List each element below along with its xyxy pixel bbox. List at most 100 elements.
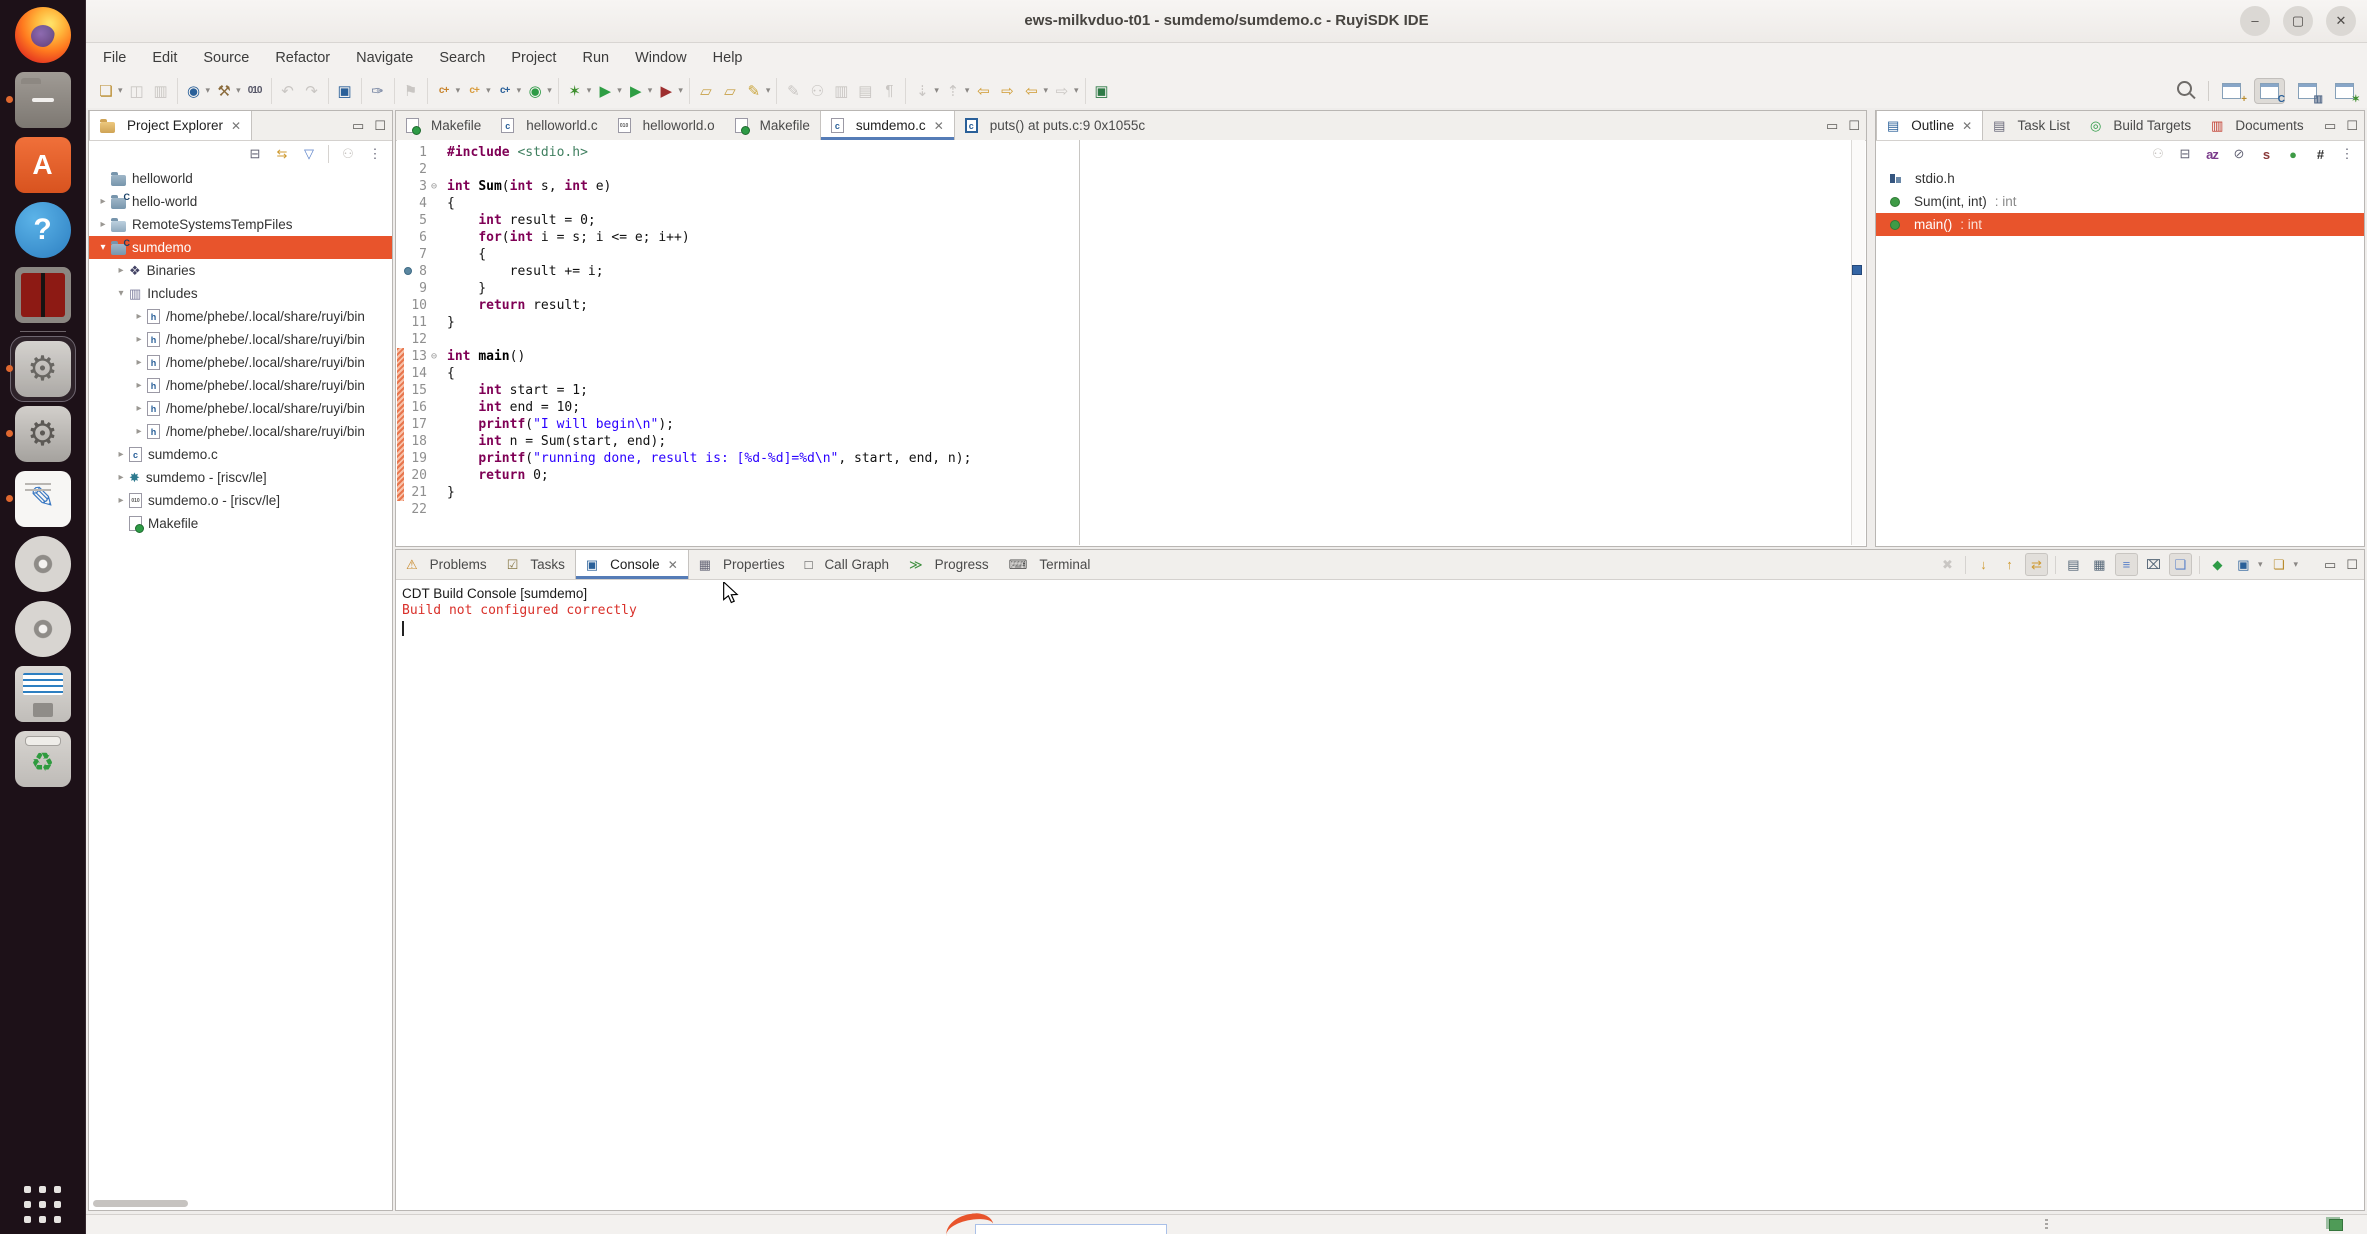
open-element-icon[interactable]: ▱ bbox=[695, 80, 717, 102]
code-editor[interactable]: 1#include <stdio.h>23⊖int Sum(int s, int… bbox=[397, 140, 1851, 545]
activity-lock-icon[interactable]: ▦ bbox=[2089, 554, 2110, 575]
close-tab-icon[interactable]: ✕ bbox=[934, 119, 944, 133]
expander-icon[interactable]: ▸ bbox=[131, 357, 147, 368]
open-console-icon[interactable]: ❏ bbox=[2268, 554, 2289, 575]
tree-item-home-phebe-local-share-ruyi-bin[interactable]: ▸h/home/phebe/.local/share/ruyi/bin bbox=[89, 305, 392, 328]
tab-puts-at-puts-c-9-0x1055c[interactable]: cputs() at puts.c:9 0x1055c bbox=[955, 111, 1155, 140]
new-c-class-icon[interactable]: c+ bbox=[494, 80, 516, 102]
back-history-icon[interactable]: ⇦ bbox=[1020, 80, 1042, 102]
run-history-icon[interactable]: ▶ bbox=[625, 80, 647, 102]
debug-configuration-dropdown[interactable]: ▾ bbox=[206, 85, 211, 96]
new-cpp-item-icon[interactable]: ◉ bbox=[524, 80, 546, 102]
expander-icon[interactable]: ▸ bbox=[113, 449, 129, 460]
new-c-class-dropdown[interactable]: ▾ bbox=[517, 85, 522, 96]
menu-help[interactable]: Help bbox=[700, 43, 756, 73]
expander-icon[interactable]: ▸ bbox=[95, 219, 111, 230]
open-console-dropdown[interactable]: ▾ bbox=[2293, 559, 2298, 570]
run-history-dropdown[interactable]: ▾ bbox=[648, 85, 653, 96]
new-c-file-icon[interactable]: c+ bbox=[433, 80, 455, 102]
collapse-all-icon[interactable]: ⊟ bbox=[245, 144, 265, 164]
expander-icon[interactable]: ▸ bbox=[131, 311, 147, 322]
trash-icon[interactable]: ♻ bbox=[15, 731, 71, 787]
link-with-editor-icon[interactable]: ⇆ bbox=[272, 144, 292, 164]
maximize-panel-icon[interactable]: ☐ bbox=[2346, 118, 2358, 134]
tab-call-graph[interactable]: □Call Graph bbox=[795, 550, 899, 579]
fold-icon[interactable]: ⊖ bbox=[427, 181, 441, 192]
expander-icon[interactable]: ▸ bbox=[95, 196, 111, 207]
tree-item-includes[interactable]: ▾▥Includes bbox=[89, 282, 392, 305]
cd-disc-2-icon[interactable] bbox=[15, 601, 71, 657]
expander-icon[interactable]: ▸ bbox=[113, 495, 129, 506]
display-console-icon[interactable]: ▣ bbox=[2233, 554, 2254, 575]
next-error-icon[interactable]: ↓ bbox=[1973, 554, 1994, 575]
view-menu-icon[interactable]: ⋮ bbox=[2337, 144, 2357, 164]
build-icon[interactable]: ⚒ bbox=[213, 80, 235, 102]
tree-item-binaries[interactable]: ▸❖Binaries bbox=[89, 259, 392, 282]
floppy-icon[interactable] bbox=[15, 666, 71, 722]
open-type-icon[interactable]: ▱ bbox=[719, 80, 741, 102]
highlight-dropdown[interactable]: ▾ bbox=[766, 85, 771, 96]
tree-item-home-phebe-local-share-ruyi-bin[interactable]: ▸h/home/phebe/.local/share/ruyi/bin bbox=[89, 374, 392, 397]
outline-item-stdio-h[interactable]: stdio.h bbox=[1876, 167, 2364, 190]
hide-fields-icon[interactable]: ⊘ bbox=[2229, 144, 2249, 164]
back-history-dropdown[interactable]: ▾ bbox=[1043, 85, 1048, 96]
minimize-panel-icon[interactable]: ▭ bbox=[2324, 557, 2336, 573]
tweaks-icon[interactable]: ⚙ bbox=[15, 406, 71, 462]
maximize-panel-icon[interactable]: ☐ bbox=[2346, 557, 2358, 573]
menu-project[interactable]: Project bbox=[498, 43, 569, 73]
outline-item-sum-int-int[interactable]: Sum(int, int) : int bbox=[1876, 190, 2364, 213]
maximize-panel-icon[interactable]: ☐ bbox=[374, 118, 386, 134]
tab-documents[interactable]: ▥Documents bbox=[2201, 111, 2314, 140]
tree-item-makefile[interactable]: Makefile bbox=[89, 512, 392, 535]
hide-non-public-icon[interactable]: ● bbox=[2283, 144, 2303, 164]
display-console-dropdown[interactable]: ▾ bbox=[2258, 559, 2263, 570]
tab-task-list[interactable]: ▤Task List bbox=[1983, 111, 2080, 140]
ubuntu-software-icon[interactable]: A bbox=[15, 137, 71, 193]
close-tab-icon[interactable]: ✕ bbox=[668, 558, 678, 572]
menu-navigate[interactable]: Navigate bbox=[343, 43, 426, 73]
debug-icon[interactable]: ✶ bbox=[564, 80, 586, 102]
tree-item-sumdemo[interactable]: ▾Csumdemo bbox=[89, 236, 392, 259]
close-tab-icon[interactable]: ✕ bbox=[1962, 119, 1972, 133]
remote-viewer-icon[interactable] bbox=[15, 267, 71, 323]
debug-configuration-icon[interactable]: ◉ bbox=[183, 80, 205, 102]
tab-problems[interactable]: ⚠Problems bbox=[396, 550, 497, 579]
view-menu-icon[interactable]: ⋮ bbox=[365, 144, 385, 164]
previous-error-icon[interactable]: ↑ bbox=[1999, 554, 2020, 575]
menu-refactor[interactable]: Refactor bbox=[262, 43, 343, 73]
statusbar-drag-handle[interactable] bbox=[2045, 1219, 2048, 1230]
text-editor-icon[interactable]: ✎ bbox=[15, 471, 71, 527]
highlight-icon[interactable]: ✎ bbox=[743, 80, 765, 102]
menu-run[interactable]: Run bbox=[569, 43, 622, 73]
pin-editor-icon[interactable]: ▣ bbox=[1091, 80, 1113, 102]
tree-item-sumdemo-o-riscv-le[interactable]: ▸010sumdemo.o - [riscv/le] bbox=[89, 489, 392, 512]
close-tab-icon[interactable]: ✕ bbox=[231, 119, 241, 133]
breakpoint-icon[interactable] bbox=[404, 267, 412, 275]
run-dropdown[interactable]: ▾ bbox=[617, 85, 622, 96]
pin-icon[interactable]: ◆ bbox=[2207, 554, 2228, 575]
new-c-folder-dropdown[interactable]: ▾ bbox=[486, 85, 491, 96]
minimize-panel-icon[interactable]: ▭ bbox=[352, 118, 364, 134]
fold-icon[interactable]: ⊖ bbox=[427, 351, 441, 362]
expander-icon[interactable]: ▸ bbox=[131, 380, 147, 391]
expander-icon[interactable]: ▸ bbox=[113, 472, 129, 483]
open-perspective-button[interactable]: + bbox=[2217, 79, 2246, 103]
expander-icon[interactable]: ▸ bbox=[131, 403, 147, 414]
expander-icon[interactable]: ▾ bbox=[95, 242, 111, 253]
menu-file[interactable]: File bbox=[90, 43, 139, 73]
expander-icon[interactable]: ▸ bbox=[131, 334, 147, 345]
files-icon[interactable] bbox=[15, 72, 71, 128]
sort-icon[interactable]: az bbox=[2202, 144, 2222, 164]
menu-source[interactable]: Source bbox=[190, 43, 262, 73]
progress-indicator-icon[interactable] bbox=[2329, 1219, 2343, 1231]
menu-search[interactable]: Search bbox=[426, 43, 498, 73]
console-output[interactable]: CDT Build Console [sumdemo]Build not con… bbox=[396, 580, 2364, 636]
search-icon[interactable] bbox=[2177, 81, 2192, 96]
tree-item-home-phebe-local-share-ruyi-bin[interactable]: ▸h/home/phebe/.local/share/ruyi/bin bbox=[89, 328, 392, 351]
show-applications-icon[interactable] bbox=[24, 1186, 62, 1224]
tab-tasks[interactable]: ☑Tasks bbox=[497, 550, 575, 579]
new-wizard-dropdown[interactable]: ▾ bbox=[118, 85, 123, 96]
tab-helloworld-c[interactable]: chelloworld.c bbox=[491, 111, 607, 140]
expander-icon[interactable]: ▸ bbox=[113, 265, 129, 276]
restore-button[interactable]: ▢ bbox=[2283, 6, 2313, 36]
